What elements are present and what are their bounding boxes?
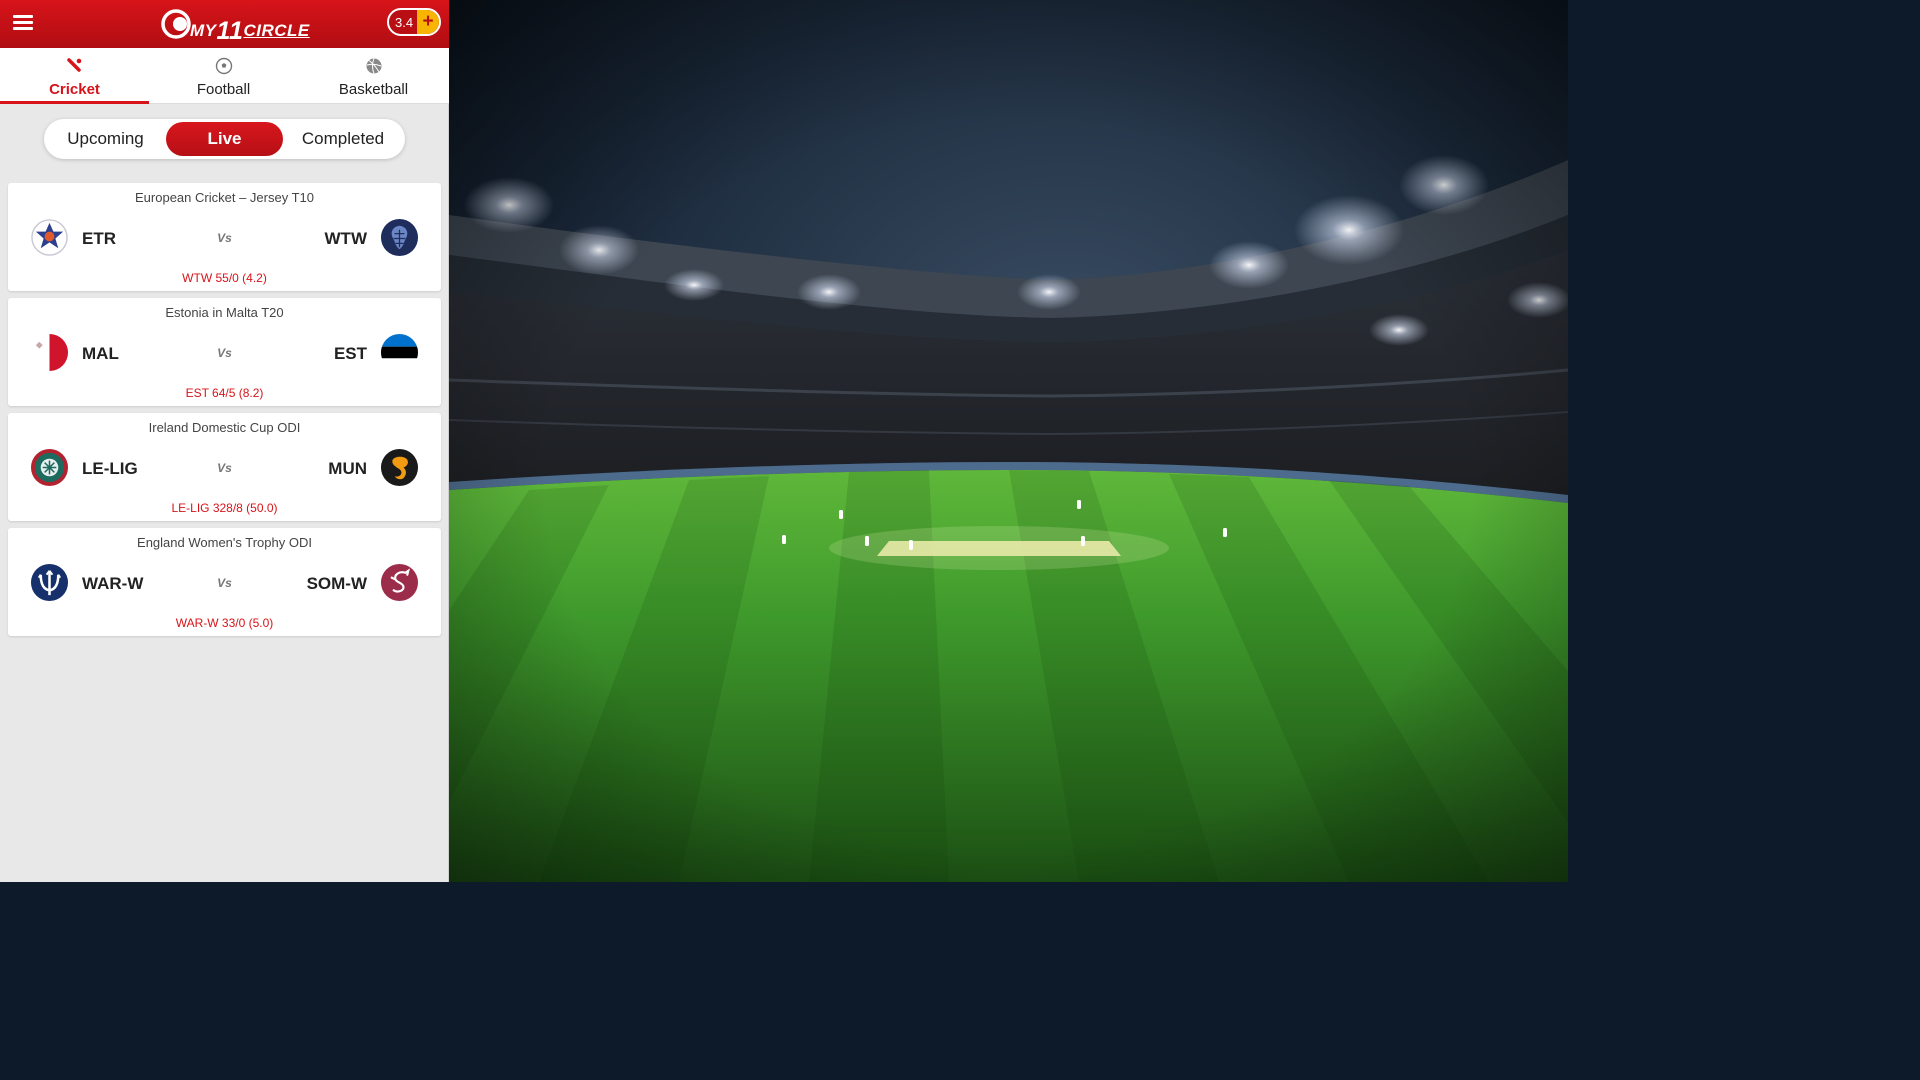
tab-basketball-label: Basketball — [338, 81, 409, 98]
tab-football[interactable]: Football — [149, 48, 298, 104]
wallet-balance: 3.4 — [395, 15, 414, 30]
league-name: European Cricket – Jersey T10 — [135, 190, 314, 205]
add-cash-icon[interactable]: + — [417, 10, 439, 34]
tab-basketball[interactable]: Basketball — [299, 48, 448, 104]
som-w-team-logo-icon — [380, 563, 419, 602]
live-score: WTW 55/0 (4.2) — [182, 271, 267, 285]
live-score: EST 64/5 (8.2) — [185, 386, 264, 400]
basketball-icon — [366, 58, 381, 74]
app-logo[interactable]: my11circle — [160, 8, 309, 45]
match-card[interactable]: Estonia in Malta T20 MAL Vs EST EST 64/5… — [8, 298, 441, 406]
stadium-background-image — [449, 0, 1568, 882]
tab-cricket[interactable]: Cricket — [0, 48, 149, 104]
match-card[interactable]: England Women's Trophy ODI WAR-W Vs SOM-… — [8, 528, 441, 636]
match-card[interactable]: European Cricket – Jersey T10 ETR Vs WTW… — [8, 183, 441, 291]
league-name: Estonia in Malta T20 — [165, 305, 284, 320]
tab-live[interactable]: Live — [166, 122, 283, 156]
logo-text-circle: circle — [243, 21, 310, 40]
mun-team-logo-icon — [380, 448, 419, 487]
vs-label: Vs — [217, 461, 232, 475]
vs-label: Vs — [217, 346, 232, 360]
live-score: WAR-W 33/0 (5.0) — [175, 616, 274, 630]
vs-label: Vs — [217, 576, 232, 590]
tab-upcoming[interactable]: Upcoming — [48, 122, 163, 156]
league-name: Ireland Domestic Cup ODI — [148, 420, 301, 435]
left-panel: my11circle 3.4 + Cricket Football — [0, 0, 449, 882]
football-icon — [215, 57, 232, 75]
team2-name: SOM-W — [306, 574, 367, 593]
stadium-illustration — [449, 0, 1568, 882]
tab-completed[interactable]: Completed — [285, 122, 401, 156]
team2-name: MUN — [328, 459, 367, 478]
team2-name: WTW — [324, 229, 367, 248]
app-header: my11circle 3.4 + — [0, 0, 449, 48]
estonia-flag-icon — [380, 333, 419, 372]
logo-text-11: 11 — [216, 17, 244, 45]
logo-text-my: my — [190, 21, 217, 40]
logo-wordmark: my11circle — [190, 14, 310, 45]
tab-cricket-label: Cricket — [49, 81, 100, 98]
team2-name: EST — [333, 344, 367, 363]
match-card[interactable]: Ireland Domestic Cup ODI LE-LIG Vs MUN L… — [8, 413, 441, 521]
wtw-team-logo-icon — [380, 218, 419, 257]
hamburger-menu-icon[interactable] — [13, 15, 33, 33]
league-name: England Women's Trophy ODI — [137, 535, 312, 550]
vs-label: Vs — [217, 231, 232, 245]
live-score: LE-LIG 328/8 (50.0) — [171, 501, 278, 515]
cricket-bat-icon — [66, 58, 81, 72]
tab-football-label: Football — [196, 81, 251, 98]
sport-tabs: Cricket Football Basketball — [0, 48, 449, 104]
match-status-tabs: Upcoming Live Completed — [44, 119, 405, 159]
wallet-button[interactable]: 3.4 + — [387, 8, 441, 36]
